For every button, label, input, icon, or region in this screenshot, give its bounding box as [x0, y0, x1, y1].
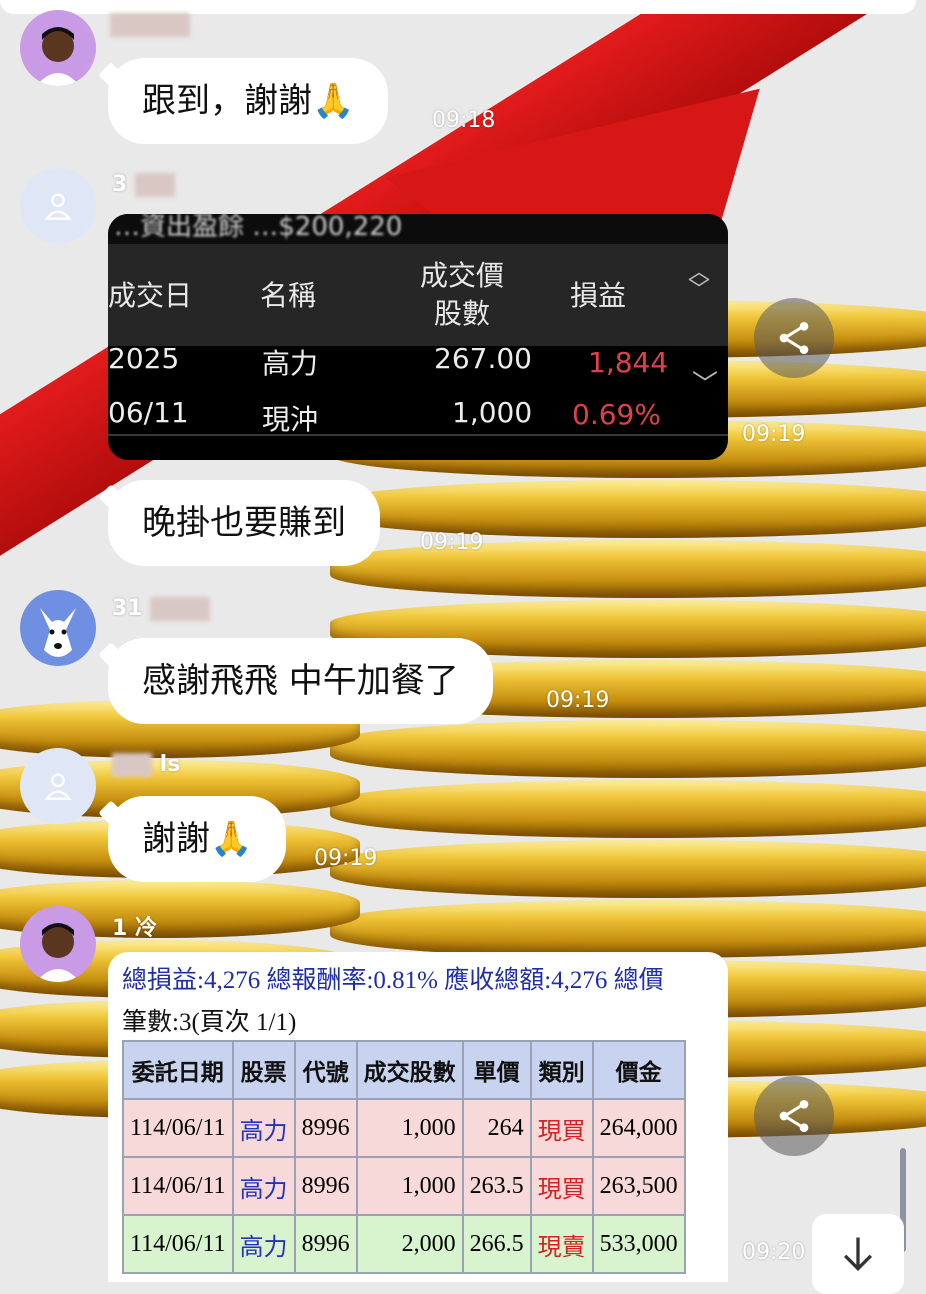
message-time: 09:19: [742, 422, 806, 447]
table-cell: 263.5: [461, 1156, 532, 1216]
sender-name: 1 冷: [112, 916, 157, 941]
avatar[interactable]: [20, 10, 96, 86]
trade-date-year: 2025: [108, 342, 180, 375]
table-cell: 高力: [231, 1214, 296, 1274]
message-bubble[interactable]: 謝謝🙏: [108, 796, 287, 882]
trade-shares: 1,000: [452, 396, 533, 429]
message-time: 09:20: [742, 1240, 806, 1265]
table-row: 114/06/11 高力 8996 2,000 266.5 現賣 533,000: [122, 1214, 686, 1274]
table-cell: 264: [461, 1098, 532, 1158]
user-icon: [44, 193, 72, 220]
table-cell: 現買: [529, 1098, 594, 1158]
table-header-cell: 成交股數: [355, 1040, 464, 1100]
table-cell: 266.5: [461, 1214, 532, 1274]
table-cell: 高力: [231, 1156, 296, 1216]
trade-table-image[interactable]: 總損益:4,276 總報酬率:0.81% 應收總額:4,276 總價 筆數:3(…: [108, 952, 728, 1282]
table-cell: 8996: [293, 1214, 358, 1274]
table-cell: 1,000: [355, 1156, 464, 1216]
trade-date-day: 06/11: [108, 396, 189, 429]
faded-header-line: …資出盈餘 …$200,220: [108, 214, 728, 244]
avatar[interactable]: [20, 590, 96, 666]
table-cell: 2,000: [355, 1214, 464, 1274]
table-cell: 114/06/11: [122, 1214, 234, 1274]
message-text: 謝謝🙏: [142, 819, 253, 859]
col-pnl-header: 損益: [570, 279, 627, 312]
avatar[interactable]: [20, 168, 96, 244]
table-header-cell: 委託日期: [122, 1040, 234, 1100]
table-cell: 114/06/11: [122, 1156, 234, 1216]
trade-table: 委託日期 股票 代號 成交股數 單價 類別 價金 114/06/11 高力 89…: [122, 1040, 686, 1274]
share-icon: [779, 1100, 809, 1132]
divider: [108, 434, 728, 436]
message-time: 09:19: [314, 846, 378, 871]
user-icon: [44, 773, 72, 800]
table-cell: 高力: [231, 1098, 296, 1158]
record-count: 筆數:3(頁次 1/1): [122, 1009, 297, 1036]
person-avatar-icon: [36, 923, 80, 982]
summary-line: 總損益:4,276 總報酬率:0.81% 應收總額:4,276 總價: [122, 967, 664, 994]
col-price-header: 成交價: [420, 259, 505, 292]
table-cell: 現賣: [529, 1214, 594, 1274]
table-cell: 263,500: [591, 1156, 686, 1216]
person-avatar-icon: [36, 27, 80, 86]
trade-screenshot-image[interactable]: …資出盈餘 …$200,220 成交日 名稱 成交價 股數 損益 ︿ ﹀ 2025…: [108, 214, 728, 460]
col-name-header: 名稱: [260, 279, 317, 312]
message-text: 跟到，謝謝🙏: [142, 81, 355, 121]
col-date-header: 成交日: [108, 279, 193, 312]
stock-name: 高力: [262, 347, 319, 380]
table-header-cell: 股票: [231, 1040, 296, 1100]
message-text: 晚掛也要賺到: [142, 503, 346, 543]
expand-chevron-icon[interactable]: ﹀: [692, 364, 718, 401]
table-cell: 533,000: [591, 1214, 686, 1274]
share-button[interactable]: [754, 1076, 834, 1156]
scroll-to-bottom-button[interactable]: [812, 1214, 904, 1294]
message-time: 09:18: [432, 108, 496, 133]
table-header: [108, 244, 728, 346]
message-bubble[interactable]: 晚掛也要賺到: [108, 480, 380, 566]
table-cell: 8996: [293, 1098, 358, 1158]
table-header-cell: 單價: [461, 1040, 532, 1100]
trade-price: 267.00: [434, 342, 532, 375]
message-time: 09:19: [546, 688, 610, 713]
table-row: 114/06/11 高力 8996 1,000 263.5 現買 263,500: [122, 1156, 686, 1216]
message-time: 09:19: [420, 530, 484, 555]
message-bubble[interactable]: 跟到，謝謝🙏: [108, 58, 389, 144]
sender-name: 31: [112, 596, 211, 621]
table-cell: 8996: [293, 1156, 358, 1216]
table-cell: 264,000: [591, 1098, 686, 1158]
table-header-row: 委託日期 股票 代號 成交股數 單價 類別 價金: [122, 1040, 686, 1100]
table-row: 114/06/11 高力 8996 1,000 264 現買 264,000: [122, 1098, 686, 1158]
table-header-cell: 價金: [591, 1040, 686, 1100]
sender-name: [110, 12, 190, 37]
table-header-cell: 類別: [529, 1040, 594, 1100]
arrow-down-icon: [843, 1237, 873, 1272]
avatar[interactable]: [20, 906, 96, 982]
sender-name: 3: [112, 172, 175, 197]
col-shares-header: 股數: [434, 297, 491, 330]
message-bubble[interactable]: 感謝飛飛 中午加餐了: [108, 638, 493, 724]
table-cell: 1,000: [355, 1098, 464, 1158]
dog-avatar-icon: [40, 608, 76, 657]
sort-icon[interactable]: ︿ ﹀: [688, 262, 710, 302]
pnl-value: 1,844: [588, 346, 669, 379]
message-text: 感謝飛飛 中午加餐了: [142, 661, 459, 701]
pnl-percent: 0.69%: [572, 398, 661, 431]
sender-name: ls: [112, 752, 180, 777]
table-cell: 114/06/11: [122, 1098, 234, 1158]
avatar[interactable]: [20, 748, 96, 824]
trade-type: 現沖: [262, 403, 319, 436]
share-icon: [779, 322, 809, 354]
table-header-cell: 代號: [293, 1040, 358, 1100]
table-cell: 現買: [529, 1156, 594, 1216]
share-button[interactable]: [754, 298, 834, 378]
